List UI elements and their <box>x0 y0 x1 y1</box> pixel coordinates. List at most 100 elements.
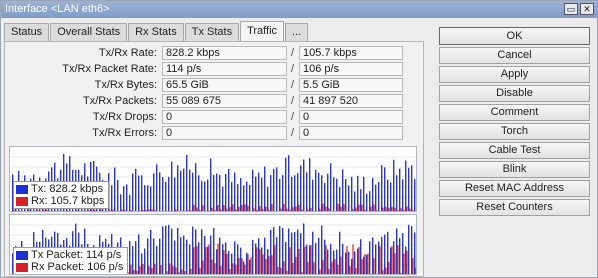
close-icon[interactable]: ✕ <box>580 3 594 15</box>
tx-bar <box>273 227 275 274</box>
tx-bar <box>402 233 404 274</box>
stat-label: Tx/Rx Packet Rate: <box>62 63 157 75</box>
tx-bar <box>378 241 380 274</box>
rx-bar <box>184 271 186 274</box>
tx-bar <box>150 229 152 274</box>
tx-bar <box>357 175 359 211</box>
minimize-icon[interactable]: ▭ <box>564 3 578 15</box>
tab-traffic[interactable]: Traffic <box>240 21 285 41</box>
tx-bar <box>372 237 374 274</box>
rx-bar <box>232 263 234 274</box>
tab-rx-stats[interactable]: Rx Stats <box>128 23 184 41</box>
tx-bar <box>366 254 368 274</box>
tx-bar <box>387 179 389 211</box>
tx-bar <box>303 223 305 274</box>
rx-bar <box>28 209 30 211</box>
blink-button[interactable]: Blink <box>439 161 590 178</box>
tx-bar <box>414 232 416 274</box>
tx-bar <box>243 261 245 274</box>
rx-bar <box>337 203 339 211</box>
rx-bar <box>328 268 330 274</box>
rx-bar <box>367 211 368 212</box>
rx-bar <box>154 263 156 274</box>
rx-bar <box>412 258 414 274</box>
tx-bar <box>144 185 146 211</box>
rx-bar <box>313 262 315 274</box>
rx-bar <box>256 209 258 211</box>
traffic-panel: Tx/Rx Rate: 828.2 kbps / 105.7 kbps Tx/R… <box>4 41 424 277</box>
tx-bar <box>198 175 200 211</box>
rx-bar <box>361 259 363 274</box>
tx-bar <box>150 186 152 211</box>
rx-bar <box>352 208 354 211</box>
tx-bar <box>246 252 248 274</box>
rx-bar <box>268 210 270 211</box>
rx-bar <box>310 245 312 274</box>
tx-bar <box>165 225 167 274</box>
tx-bar <box>261 177 263 211</box>
rx-bar <box>337 264 339 274</box>
cancel-button[interactable]: Cancel <box>439 47 590 64</box>
separator: / <box>291 47 295 59</box>
rx-bar <box>280 267 282 274</box>
tab-more[interactable]: ... <box>285 23 309 41</box>
rx-bar <box>151 268 153 274</box>
rx-bar <box>208 244 210 274</box>
rx-bar <box>121 209 123 211</box>
tx-bar <box>267 249 269 274</box>
tx-bar <box>228 169 230 211</box>
tx-bar <box>363 176 365 211</box>
rx-bar <box>388 207 390 211</box>
rx-bar <box>364 253 366 274</box>
disable-button[interactable]: Disable <box>439 85 590 102</box>
rx-bar <box>130 210 132 211</box>
tx-bar <box>177 227 179 274</box>
tx-bar <box>360 239 362 274</box>
tx-bar <box>255 176 257 211</box>
rx-bar <box>55 210 57 211</box>
tab-status[interactable]: Status <box>4 23 50 41</box>
rx-bar <box>247 205 249 211</box>
tab-tx-stats[interactable]: Tx Stats <box>184 23 240 41</box>
torch-button[interactable]: Torch <box>439 123 590 140</box>
cable-test-button[interactable]: Cable Test <box>439 142 590 159</box>
tab-overall-stats[interactable]: Overall Stats <box>50 23 128 41</box>
tx-bar <box>159 238 161 274</box>
title-bar[interactable]: Interface <LAN eth6> ▭ ✕ <box>1 1 597 18</box>
rx-bar <box>397 245 399 274</box>
tx-bar <box>192 226 194 274</box>
tx-errors-value: 0 <box>162 126 287 140</box>
ok-button[interactable]: OK <box>439 27 590 45</box>
rx-bar <box>295 206 297 211</box>
tx-bar <box>132 173 134 211</box>
tx-bar <box>180 170 182 211</box>
tx-bar <box>330 243 332 274</box>
rx-bar <box>139 210 141 211</box>
rx-bar <box>412 209 414 211</box>
comment-button[interactable]: Comment <box>439 104 590 121</box>
rx-bar <box>157 273 159 274</box>
rx-bar <box>304 246 306 274</box>
tx-bar <box>363 256 365 274</box>
tx-bar <box>252 239 254 274</box>
tx-bar <box>288 155 290 211</box>
rx-bar <box>382 207 384 211</box>
reset-counters-button[interactable]: Reset Counters <box>439 199 590 216</box>
tab-bar: Status Overall Stats Rx Stats Tx Stats T… <box>4 21 309 41</box>
apply-button[interactable]: Apply <box>439 66 590 83</box>
tx-bar <box>183 168 185 211</box>
tx-bar <box>309 245 311 274</box>
tx-bar <box>231 182 233 211</box>
tx-bar <box>129 241 131 274</box>
tx-bar <box>318 172 320 211</box>
tx-bar <box>228 251 230 274</box>
tx-bar <box>375 184 377 211</box>
rx-bar <box>238 257 240 274</box>
tx-bar <box>408 224 410 274</box>
reset-mac-address-button[interactable]: Reset MAC Address <box>439 180 590 197</box>
rx-bar <box>223 250 225 274</box>
tx-bar <box>396 175 398 211</box>
tx-bar <box>180 237 182 274</box>
tx-bar <box>189 169 191 211</box>
tx-bar <box>222 244 224 274</box>
